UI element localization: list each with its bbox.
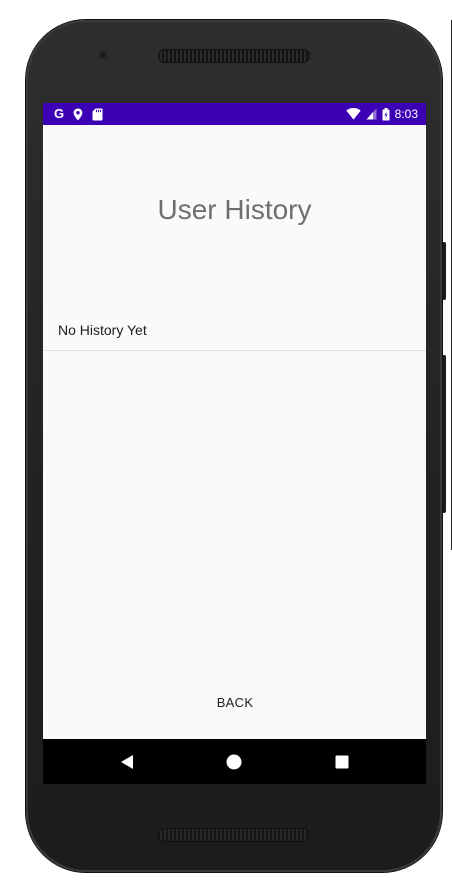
nav-recents-button[interactable] xyxy=(330,750,354,774)
front-camera-icon xyxy=(98,50,108,60)
status-time: 8:03 xyxy=(394,107,418,121)
top-speaker-grille xyxy=(158,49,310,63)
app-screen: G 8:03 User History No History Yet BACK xyxy=(43,103,426,784)
page-title: User History xyxy=(157,194,312,225)
status-right-icons: 8:03 xyxy=(345,106,418,122)
home-circle-icon xyxy=(226,754,242,770)
navigation-bar xyxy=(43,739,426,784)
bottom-speaker-grille xyxy=(158,828,310,842)
status-bar: G 8:03 xyxy=(43,103,426,125)
google-g-icon: G xyxy=(54,106,65,121)
location-pin-icon xyxy=(73,108,83,120)
history-list-item[interactable]: No History Yet xyxy=(43,315,426,351)
history-list[interactable]: No History Yet xyxy=(43,315,426,351)
wifi-icon xyxy=(345,108,361,120)
cell-signal-icon xyxy=(366,108,377,120)
sd-card-icon xyxy=(92,108,103,120)
recents-square-icon xyxy=(335,755,349,769)
status-left-icons: G xyxy=(54,106,103,122)
back-triangle-icon xyxy=(121,755,133,769)
nav-home-button[interactable] xyxy=(222,750,246,774)
back-button[interactable]: BACK xyxy=(194,687,276,717)
nav-back-button[interactable] xyxy=(115,750,139,774)
battery-icon xyxy=(382,107,390,120)
device-stage: G 8:03 User History No History Yet BACK xyxy=(0,0,452,893)
